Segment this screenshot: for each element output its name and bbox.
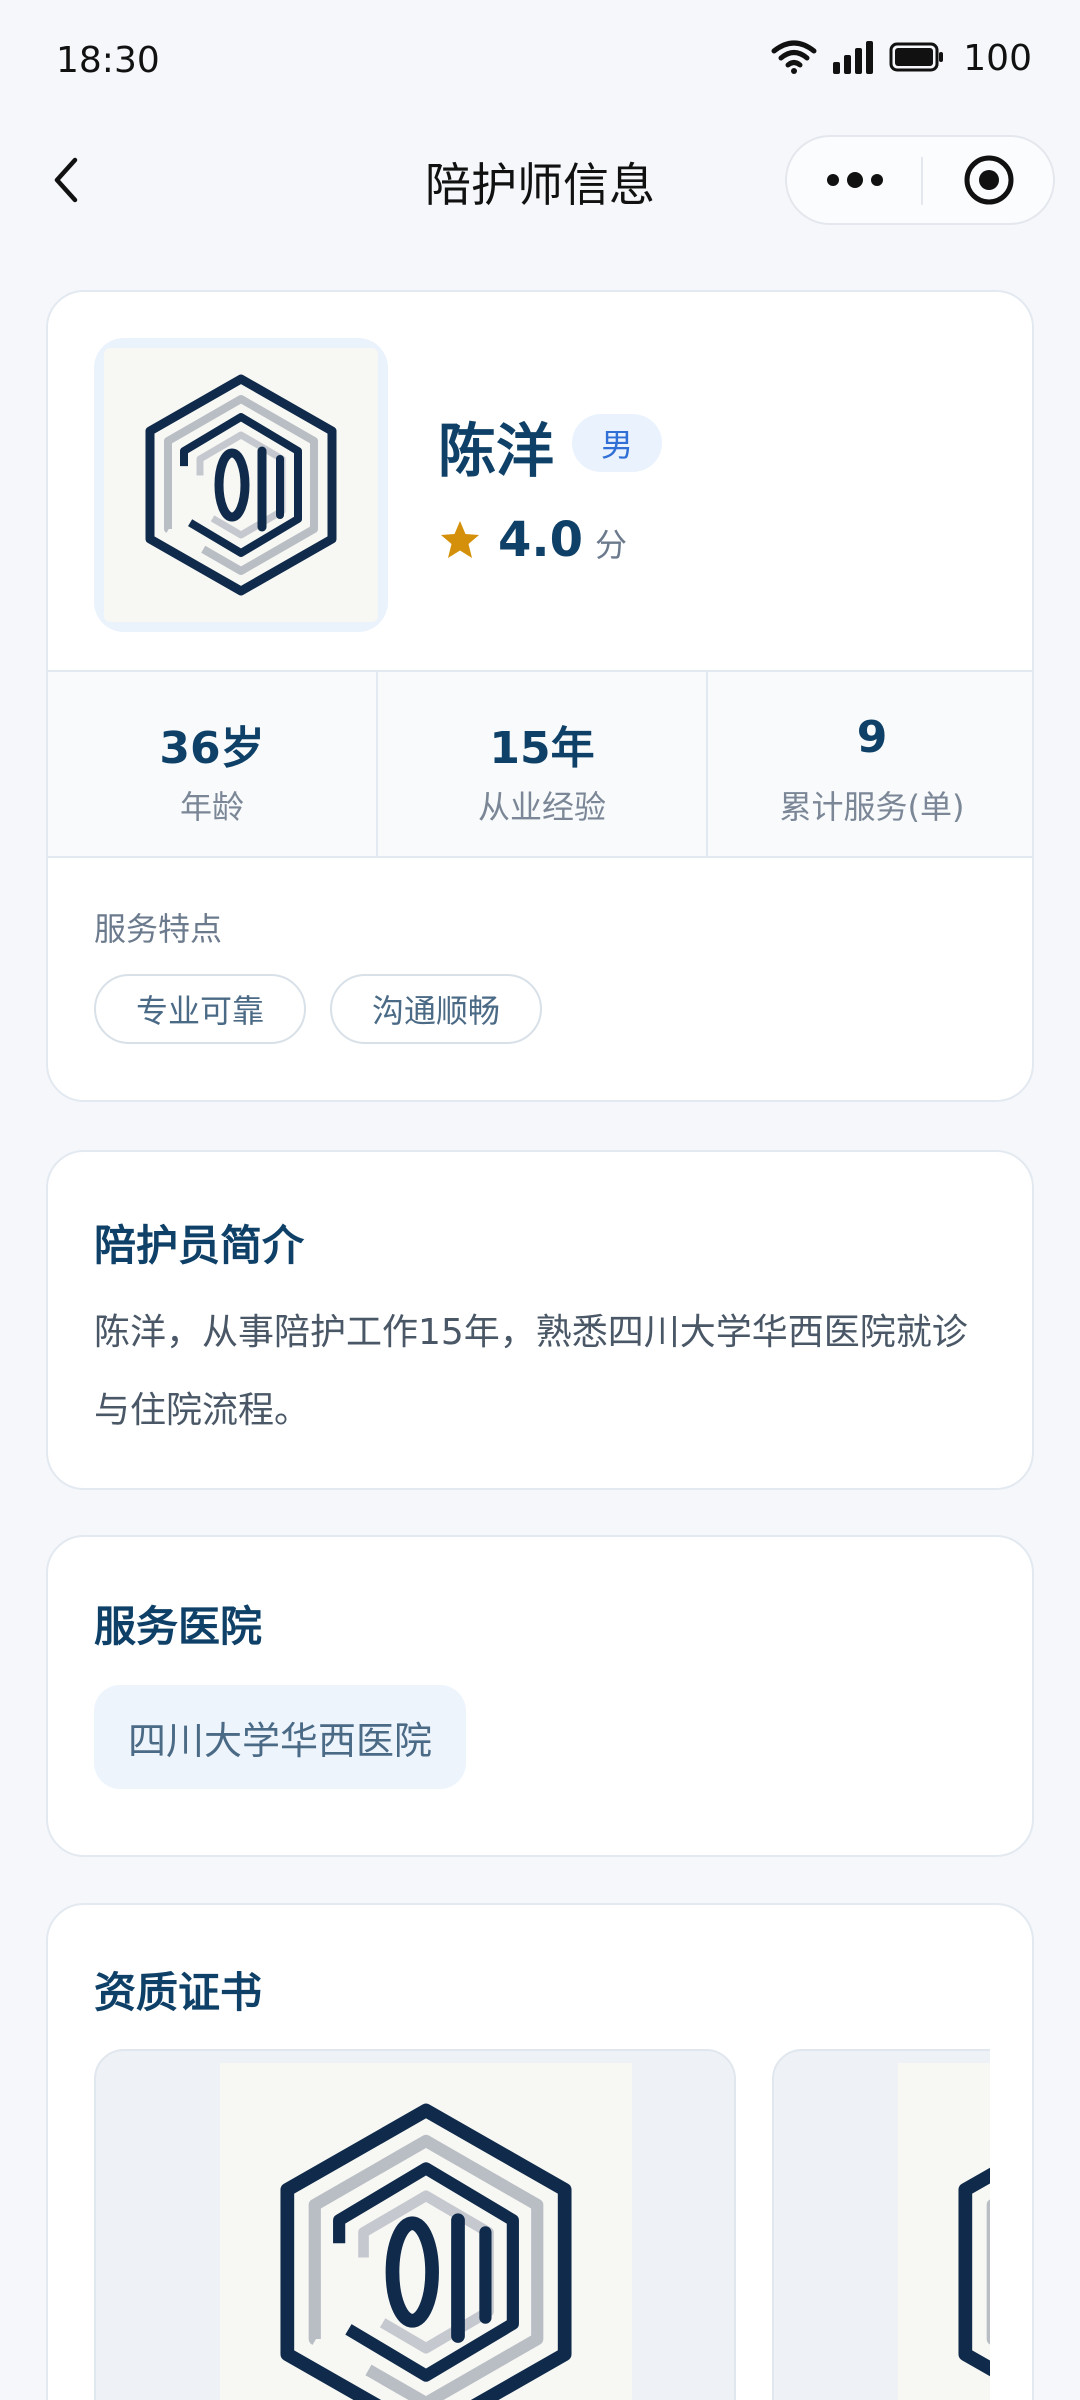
stats-row: 36岁 年龄 15年 从业经验 9 累计服务(单) (48, 670, 1032, 858)
profile-card: 陈洋 男 4.0 分 36岁 年龄 15年 从业经验 9 累计服务(单) 服务特… (46, 290, 1034, 1102)
feature-tags: 专业可靠 沟通顺畅 (94, 974, 543, 1044)
certificate-image (898, 2063, 990, 2400)
stat-service-count: 9 累计服务(单) (706, 672, 1032, 856)
hospital-chip[interactable]: 四川大学华西医院 (94, 1685, 467, 1789)
gender-badge: 男 (572, 414, 662, 472)
rating-unit: 分 (595, 526, 628, 564)
close-miniprogram-button[interactable] (923, 137, 1055, 223)
certificate-item[interactable] (94, 2049, 736, 2400)
hospital-card: 服务医院 四川大学华西医院 (46, 1535, 1034, 1857)
wifi-icon (771, 40, 817, 78)
certificate-list[interactable] (94, 2049, 990, 2400)
stat-age: 36岁 年龄 (48, 672, 376, 856)
certificates-card: 资质证书 (46, 1903, 1034, 2400)
intro-title: 陪护员简介 (94, 1221, 305, 1270)
miniprogram-capsule (785, 135, 1055, 225)
intro-text: 陈洋，从事陪护工作15年，熟悉四川大学华西医院就诊与住院流程。 (94, 1312, 968, 1431)
status-icons: 100 (771, 38, 1032, 79)
avatar (94, 338, 388, 632)
stat-label: 从业经验 (477, 788, 606, 826)
battery-icon (889, 41, 945, 77)
stat-experience: 15年 从业经验 (376, 672, 706, 856)
stat-value: 9 (856, 712, 888, 763)
certificates-title: 资质证书 (94, 1968, 263, 2017)
intro-card: 陪护员简介 陈洋，从事陪护工作15年，熟悉四川大学华西医院就诊与住院流程。 (46, 1150, 1034, 1490)
more-dots-icon (826, 172, 883, 188)
rating-score: 4.0 (498, 512, 584, 568)
battery-level: 100 (963, 38, 1032, 79)
caregiver-name: 陈洋 (438, 417, 555, 485)
feature-tag: 专业可靠 (94, 974, 307, 1044)
nav-bar: 陪护师信息 (0, 125, 1080, 235)
feature-tag: 沟通顺畅 (330, 974, 543, 1044)
certificate-item[interactable] (772, 2049, 990, 2400)
stat-value: 36岁 (159, 723, 265, 774)
stat-value: 15年 (489, 723, 595, 774)
stat-label: 累计服务(单) (779, 788, 965, 826)
certificate-image (220, 2063, 632, 2400)
hexagon-logo-icon (145, 374, 337, 596)
rating: 4.0 分 (438, 512, 627, 568)
star-icon (441, 521, 479, 558)
page: 18:30 100 陪护师信息 陈洋 男 4.0 分 36岁 年龄 15年 从业… (0, 0, 1080, 2400)
hospital-title: 服务医院 (94, 1602, 263, 1651)
target-circle-icon (964, 155, 1014, 205)
features-title: 服务特点 (94, 910, 223, 948)
status-time: 18:30 (56, 40, 160, 81)
stat-label: 年龄 (179, 788, 244, 826)
signal-icon (831, 40, 875, 78)
hexagon-logo-icon (958, 2167, 990, 2377)
hexagon-logo-icon (280, 2103, 572, 2400)
more-button[interactable] (787, 137, 922, 223)
status-bar: 18:30 100 (0, 0, 1080, 125)
